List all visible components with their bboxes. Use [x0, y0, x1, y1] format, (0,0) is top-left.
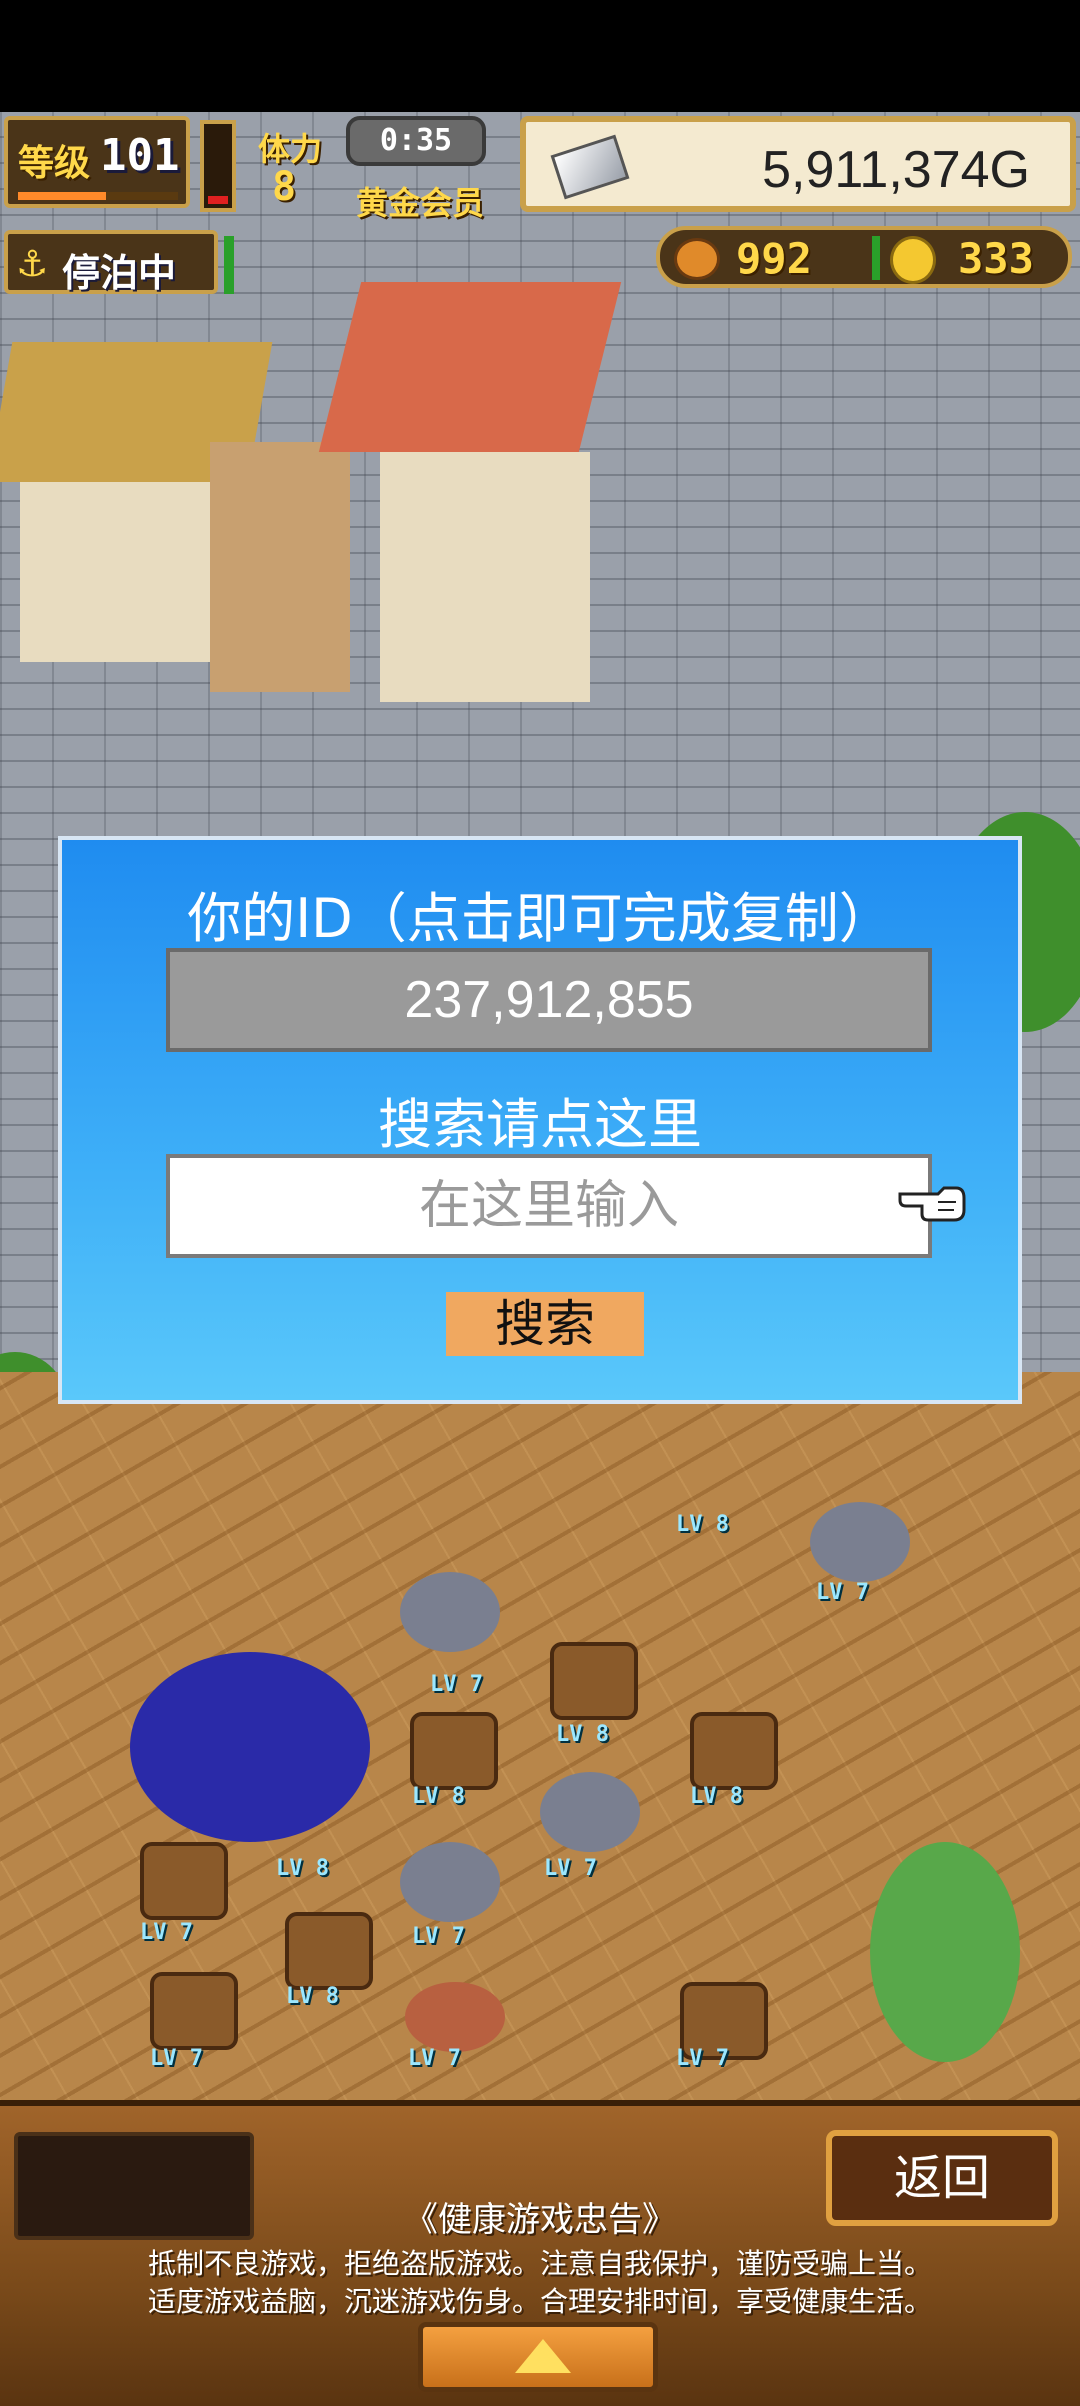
player-level-panel[interactable]: 等级 101: [4, 116, 190, 208]
coin-value: 333: [958, 234, 1034, 283]
level-tag: LV 7: [544, 1856, 597, 1881]
silver-bar-icon: [550, 134, 630, 200]
level-tag: LV 7: [816, 1580, 869, 1605]
red-roof: [318, 282, 622, 452]
windmill-tower: [210, 442, 350, 692]
stamina-timer: 0:35: [346, 116, 486, 166]
food-icon: [674, 238, 720, 280]
level-tag: LV 8: [556, 1722, 609, 1747]
resource-panel[interactable]: 992 333: [656, 226, 1072, 288]
health-notice-line: 抵制不良游戏，拒绝盗版游戏。注意自我保护，谨防受骗上当。: [147, 2247, 932, 2280]
ore-rock[interactable]: [400, 1842, 500, 1922]
level-tag: LV 7: [150, 2046, 203, 2071]
level-tag: LV 8: [412, 1784, 465, 1809]
stamina-value: 8: [272, 164, 297, 210]
level-tag: LV 7: [430, 1672, 483, 1697]
level-tag: LV 7: [676, 2046, 729, 2071]
level-tag: LV 7: [140, 1920, 193, 1945]
food-value: 992: [736, 234, 812, 283]
search-button[interactable]: 搜索: [446, 1292, 644, 1356]
treasure-chest[interactable]: [690, 1712, 778, 1790]
bottom-panel: 返回 《健康游戏忠告》 抵制不良游戏，拒绝盗版游戏。注意自我保护，谨防受骗上当。…: [0, 2100, 1080, 2406]
up-arrow-icon: [515, 2339, 571, 2373]
ore-rock[interactable]: [400, 1572, 500, 1652]
meat-item[interactable]: [405, 1982, 505, 2052]
level-label: 等级: [18, 143, 91, 184]
stamina-panel[interactable]: 体力 8: [248, 116, 348, 212]
anchor-icon: ⚓: [16, 244, 49, 285]
coin-icon: [890, 236, 936, 284]
level-tag: LV 8: [676, 1512, 729, 1537]
house-wall: [20, 482, 240, 662]
stamina-gauge-fill: [208, 195, 228, 204]
health-notice-title: 《健康游戏忠告》: [404, 2200, 676, 2240]
vip-badge[interactable]: 黄金会员: [356, 178, 484, 224]
id-search-dialog: 你的ID（点击即可完成复制） 237,912,855 搜索请点这里 搜索: [58, 836, 1022, 1404]
player-id-copy-field[interactable]: 237,912,855: [166, 948, 932, 1052]
pointing-hand-icon: [898, 1186, 966, 1222]
level-value: 101: [100, 130, 180, 181]
gold-panel[interactable]: 5,911,374G: [520, 116, 1076, 212]
house-wall-2: [380, 452, 590, 702]
level-tag: LV 8: [276, 1856, 329, 1881]
level-tag: LV 7: [408, 2046, 461, 2071]
exp-bar: [18, 192, 178, 200]
treasure-chest[interactable]: [150, 1972, 238, 2050]
dock-status-label: 停泊中: [62, 251, 177, 295]
treasure-chest[interactable]: [410, 1712, 498, 1790]
status-bar: [0, 0, 1080, 112]
gold-value: 5,911,374G: [762, 141, 1030, 199]
search-label: 搜索请点这里: [378, 1093, 702, 1156]
ore-rock[interactable]: [810, 1502, 910, 1582]
treasure-chest[interactable]: [285, 1912, 373, 1990]
resource-divider: [872, 236, 880, 280]
search-input[interactable]: [166, 1154, 932, 1258]
dock-status-indicator: [224, 236, 234, 294]
level-tag: LV 7: [412, 1924, 465, 1949]
level-tag: LV 8: [690, 1784, 743, 1809]
level-tag: LV 8: [286, 1984, 339, 2009]
expand-menu-button[interactable]: [418, 2322, 658, 2392]
health-notice-line: 适度游戏益脑，沉迷游戏伤身。合理安排时间，享受健康生活。: [147, 2285, 932, 2318]
treasure-chest[interactable]: [140, 1842, 228, 1920]
ore-rock[interactable]: [540, 1772, 640, 1852]
dialog-title: 你的ID（点击即可完成复制）: [187, 887, 893, 950]
hooded-character[interactable]: [130, 1652, 370, 1842]
dock-status-panel[interactable]: ⚓ 停泊中: [4, 230, 218, 295]
stamina-gauge: [200, 120, 236, 212]
treasure-chest[interactable]: [550, 1642, 638, 1720]
frog-character[interactable]: [870, 1842, 1020, 2062]
exp-bar-fill: [18, 192, 106, 200]
